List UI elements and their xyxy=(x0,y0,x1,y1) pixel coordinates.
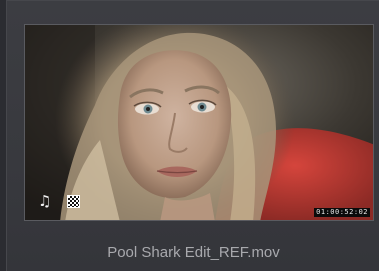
thumbnail-frame-image xyxy=(25,25,373,220)
clip-thumbnail[interactable]: ♫ 01:00:52:02 xyxy=(24,24,374,221)
clip-name-label[interactable]: Pool Shark Edit_REF.mov xyxy=(7,241,379,265)
clip-timecode: 01:00:52:02 xyxy=(314,208,370,217)
media-pool-clip-card[interactable]: ♫ 01:00:52:02 Pool Shark Edit_REF.mov xyxy=(6,0,379,271)
music-note-icon: ♫ xyxy=(38,192,52,210)
checkerboard-icon xyxy=(67,195,80,208)
